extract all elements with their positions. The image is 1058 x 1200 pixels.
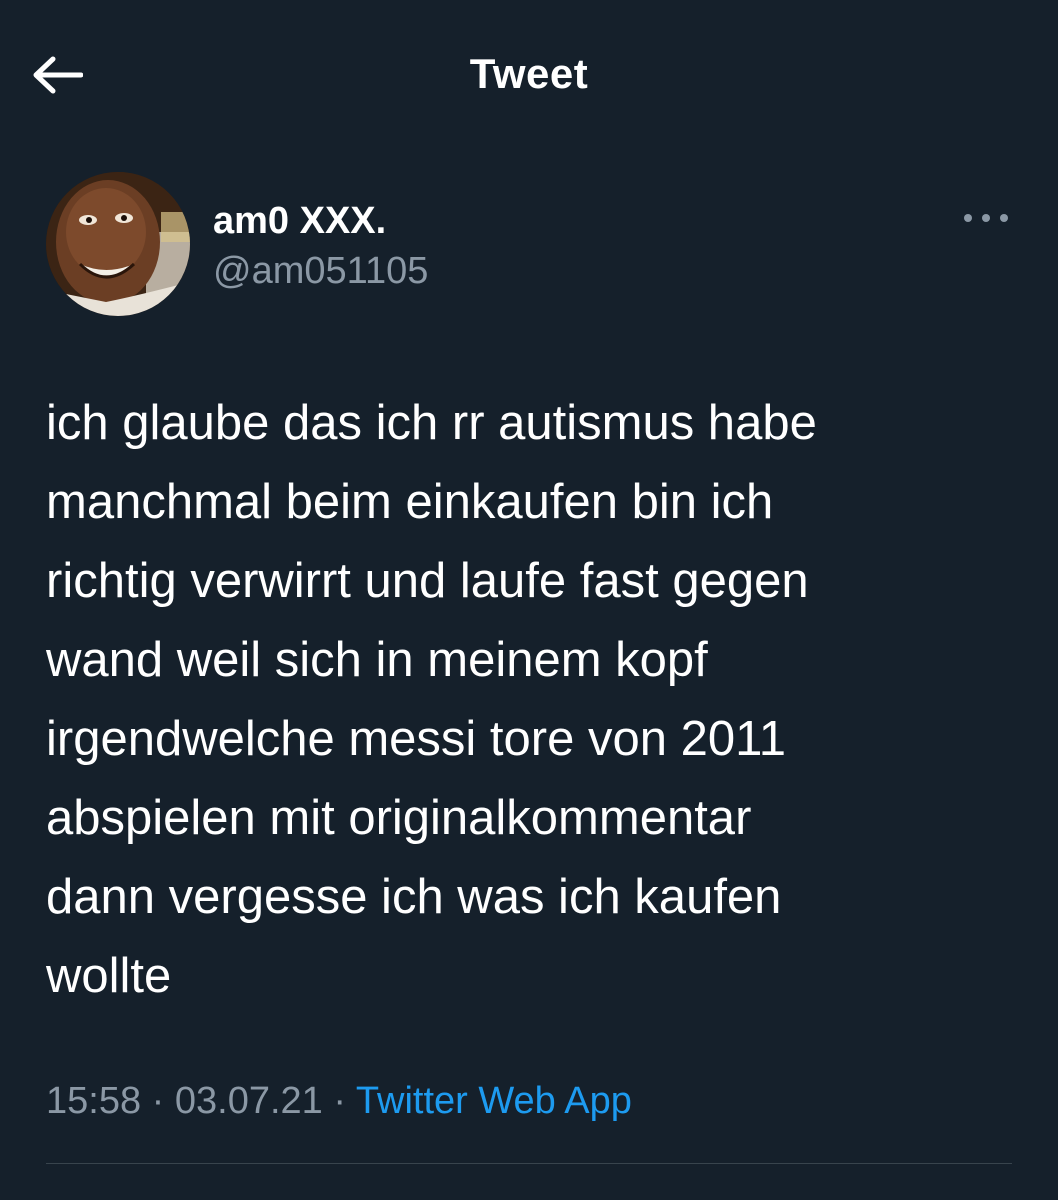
meta-separator-2: ·	[322, 1080, 356, 1122]
more-horizontal-icon	[964, 214, 1008, 222]
tweet-time[interactable]: 15:58	[46, 1080, 141, 1122]
tweet-detail-screen: Tweet am0 XXX. @am051105 ich glaube das …	[0, 0, 1058, 1200]
page-title: Tweet	[469, 50, 589, 97]
author-handle[interactable]: @am051105	[213, 250, 428, 293]
avatar-photo	[46, 172, 190, 316]
more-options-button[interactable]	[958, 198, 1014, 238]
meta-separator: ·	[141, 1080, 175, 1122]
divider	[46, 1163, 1012, 1164]
avatar[interactable]	[46, 172, 190, 316]
author-name[interactable]: am0 XXX.	[213, 200, 386, 243]
tweet-text: ich glaube das ich rr autismus habe manc…	[46, 396, 817, 1003]
tweet-metadata: 15:58 · 03.07.21 · Twitter Web App	[46, 1080, 632, 1123]
tweet-source-link[interactable]: Twitter Web App	[356, 1080, 632, 1122]
top-bar: Tweet	[0, 0, 1058, 150]
tweet-date[interactable]: 03.07.21	[175, 1080, 323, 1122]
